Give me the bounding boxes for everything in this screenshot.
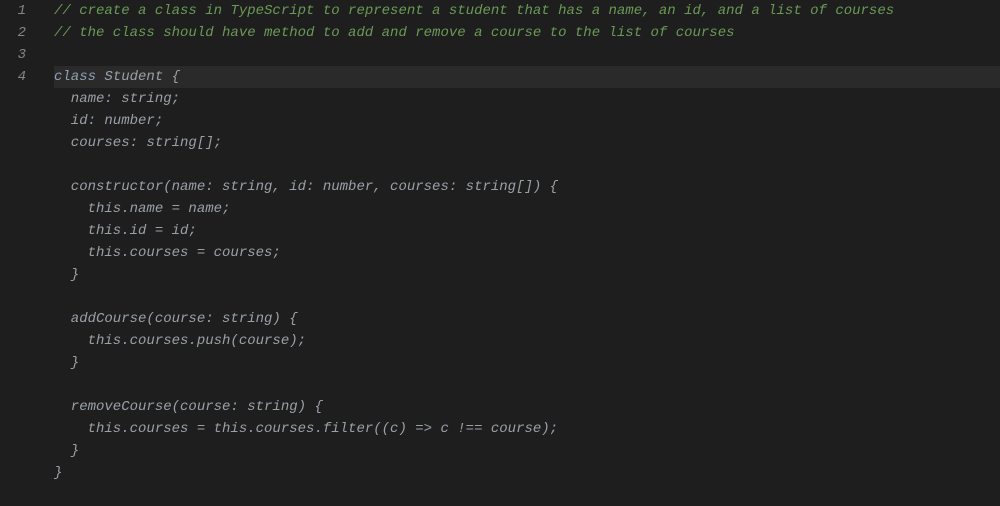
code-line-4-active: class Student { bbox=[54, 66, 1000, 88]
code-line-21: } bbox=[54, 440, 1000, 462]
code-line-12: this.courses = courses; bbox=[54, 242, 1000, 264]
code-line-22: } bbox=[54, 462, 1000, 484]
code-line-8 bbox=[54, 154, 1000, 176]
code-line-9: constructor(name: string, id: number, co… bbox=[54, 176, 1000, 198]
code-line-2: // the class should have method to add a… bbox=[54, 22, 1000, 44]
comment-text: // the class should have method to add a… bbox=[54, 25, 735, 41]
code-line-1: // create a class in TypeScript to repre… bbox=[54, 0, 1000, 22]
property-decl: name: string; bbox=[54, 91, 180, 107]
comment-text: // create a class in TypeScript to repre… bbox=[54, 3, 894, 19]
brace-close: } bbox=[54, 267, 79, 283]
code-line-11: this.id = id; bbox=[54, 220, 1000, 242]
code-line-6: id: number; bbox=[54, 110, 1000, 132]
code-line-18 bbox=[54, 374, 1000, 396]
code-line-14 bbox=[54, 286, 1000, 308]
method-decl: addCourse(course: string) { bbox=[54, 311, 298, 327]
code-line-5: name: string; bbox=[54, 88, 1000, 110]
code-line-20: this.courses = this.courses.filter((c) =… bbox=[54, 418, 1000, 440]
code-line-15: addCourse(course: string) { bbox=[54, 308, 1000, 330]
code-line-17: } bbox=[54, 352, 1000, 374]
code-line-7: courses: string[]; bbox=[54, 132, 1000, 154]
code-line-19: removeCourse(course: string) { bbox=[54, 396, 1000, 418]
keyword-class: class bbox=[54, 69, 96, 85]
constructor-decl: constructor(name: string, id: number, co… bbox=[54, 179, 558, 195]
code-line-3 bbox=[54, 44, 1000, 66]
code-editor[interactable]: 1 2 3 4 // create a class in TypeScript … bbox=[0, 0, 1000, 506]
brace-close: } bbox=[54, 443, 79, 459]
code-line-10: this.name = name; bbox=[54, 198, 1000, 220]
code-content[interactable]: // create a class in TypeScript to repre… bbox=[44, 0, 1000, 506]
class-name: Student bbox=[96, 69, 172, 85]
assignment: this.courses = courses; bbox=[54, 245, 281, 261]
brace-open: { bbox=[172, 69, 180, 85]
code-line-16: this.courses.push(course); bbox=[54, 330, 1000, 352]
method-body: this.courses = this.courses.filter((c) =… bbox=[54, 421, 558, 437]
line-number: 4 bbox=[0, 66, 26, 88]
code-line-13: } bbox=[54, 264, 1000, 286]
line-number: 1 bbox=[0, 0, 26, 22]
property-decl: courses: string[]; bbox=[54, 135, 222, 151]
brace-close: } bbox=[54, 465, 62, 481]
assignment: this.id = id; bbox=[54, 223, 197, 239]
line-number: 3 bbox=[0, 44, 26, 66]
method-decl: removeCourse(course: string) { bbox=[54, 399, 323, 415]
line-number: 2 bbox=[0, 22, 26, 44]
line-number-gutter: 1 2 3 4 bbox=[0, 0, 44, 506]
property-decl: id: number; bbox=[54, 113, 163, 129]
assignment: this.name = name; bbox=[54, 201, 230, 217]
method-body: this.courses.push(course); bbox=[54, 333, 306, 349]
brace-close: } bbox=[54, 355, 79, 371]
